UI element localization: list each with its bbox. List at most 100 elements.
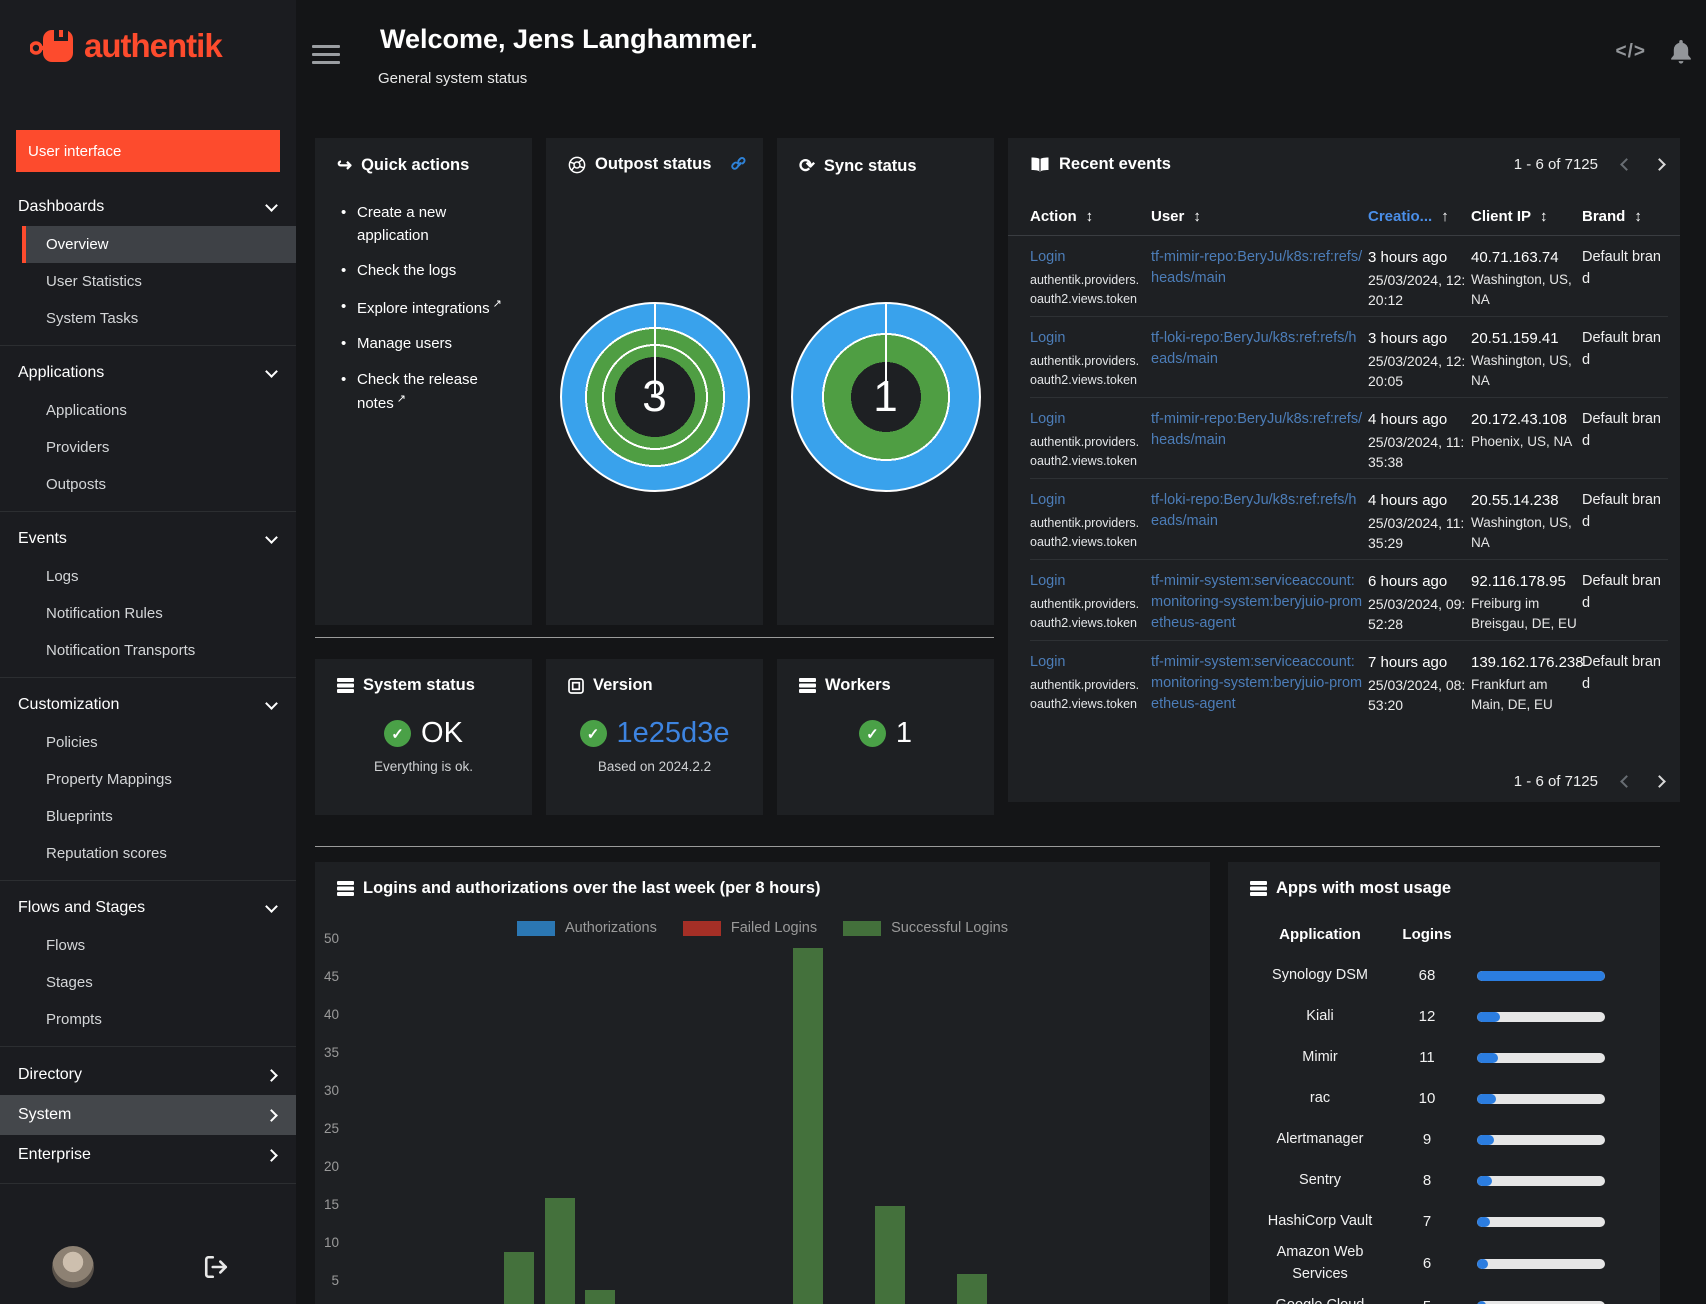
sidebar-item-flows[interactable]: Flows: [0, 927, 296, 964]
usage-bar: [1477, 1093, 1496, 1104]
sync-status-donut[interactable]: 1: [790, 302, 981, 492]
events-pagination-top: 1 - 6 of 7125: [1514, 156, 1666, 173]
authentik-logo: authentik: [30, 26, 223, 66]
y-axis-tick: 50: [323, 931, 339, 946]
menu-icon[interactable]: [312, 45, 340, 69]
sidebar-item-applications[interactable]: Applications: [0, 392, 296, 429]
sort-asc-icon[interactable]: ↑: [1441, 208, 1449, 225]
action-explore-integrations-link[interactable]: Explore integrations↗: [339, 296, 518, 321]
logout-icon[interactable]: [203, 1254, 229, 1280]
sidebar-section-events[interactable]: Events: [0, 520, 296, 558]
sidebar-section-enterprise[interactable]: Enterprise: [0, 1135, 296, 1175]
sidebar-section-dashboards[interactable]: Dashboards: [0, 188, 296, 226]
next-page-icon[interactable]: [1653, 158, 1666, 171]
table-cell: 3 hours ago 25/03/2024, 12:20:12: [1368, 249, 1466, 309]
notifications-bell-icon[interactable]: [1670, 40, 1692, 64]
sort-icon[interactable]: ↕: [1193, 208, 1201, 225]
sidebar-item-reputation-scores[interactable]: Reputation scores: [0, 835, 296, 872]
chevron-right-icon: [265, 1148, 278, 1162]
previous-page-icon[interactable]: [1620, 158, 1633, 171]
y-axis-tick: 45: [323, 969, 339, 984]
sync-status-card: ⟳ Sync status 1: [777, 138, 994, 625]
action-create-application-link[interactable]: Create a new application: [339, 202, 518, 247]
event-action-link[interactable]: Login: [1030, 490, 1065, 511]
previous-page-icon[interactable]: [1620, 775, 1633, 788]
column-header-action[interactable]: Action ↕: [1030, 208, 1146, 225]
event-user-link[interactable]: tf-mimir-system:serviceaccount:monitorin…: [1151, 652, 1363, 715]
usage-bar-track: [1477, 1258, 1605, 1269]
event-action-link[interactable]: Login: [1030, 571, 1065, 592]
table-cell: 40.71.163.74 Washington, US, NA: [1471, 249, 1572, 308]
version-value-link[interactable]: 1e25d3e: [617, 717, 730, 750]
sidebar-item-outposts[interactable]: Outposts: [0, 466, 296, 503]
sidebar-section-customization[interactable]: Customization: [0, 686, 296, 724]
sort-icon[interactable]: ↕: [1540, 208, 1548, 225]
event-user-link[interactable]: tf-mimir-repo:BeryJu/k8s:ref:refs/heads/…: [1151, 409, 1363, 451]
table-cell: 4 hours ago 25/03/2024, 11:35:38: [1368, 411, 1465, 471]
sidebar-section-flows-and-stages[interactable]: Flows and Stages: [0, 889, 296, 927]
outpost-status-donut[interactable]: 3: [559, 302, 750, 492]
sidebar-item-system-tasks[interactable]: System Tasks: [0, 300, 296, 337]
link-icon[interactable]: [730, 155, 749, 174]
action-release-notes-link[interactable]: Check the release notes↗: [339, 369, 518, 416]
sidebar-item-policies[interactable]: Policies: [0, 724, 296, 761]
legend-item[interactable]: Authorizations: [516, 920, 657, 936]
user-interface-button[interactable]: User interface: [16, 130, 280, 172]
event-action-link[interactable]: Login: [1030, 247, 1065, 268]
event-user-link[interactable]: tf-mimir-system:serviceaccount:monitorin…: [1151, 571, 1363, 634]
sidebar-section-directory[interactable]: Directory: [0, 1055, 296, 1095]
app-login-count: 7: [1422, 1213, 1432, 1230]
chart-bar[interactable]: [792, 947, 823, 1304]
chart-bar[interactable]: [585, 1289, 616, 1304]
sidebar-item-notification-transports[interactable]: Notification Transports: [0, 632, 296, 669]
sidebar-item-stages[interactable]: Stages: [0, 964, 296, 1001]
sort-icon[interactable]: ↕: [1086, 208, 1094, 225]
legend-item[interactable]: Successful Logins: [843, 920, 1008, 936]
app-name: Synology DSM: [1272, 966, 1368, 983]
avatar[interactable]: [52, 1246, 94, 1288]
events-rows: Login authentik.providers.oauth2.views.to…: [1008, 236, 1680, 722]
divider: [0, 677, 296, 678]
y-axis-tick: 40: [323, 1007, 339, 1022]
event-user-link[interactable]: tf-mimir-repo:BeryJu/k8s:ref:refs/heads/…: [1151, 247, 1363, 289]
table-cell: 20.51.159.41 Washington, US, NA: [1471, 330, 1572, 389]
sidebar-section-system[interactable]: System: [0, 1095, 296, 1135]
column-header-creation-date[interactable]: Creatio... ↑: [1368, 208, 1466, 225]
chart-bar[interactable]: [544, 1198, 575, 1304]
sidebar-item-user-statistics[interactable]: User Statistics: [0, 263, 296, 300]
event-action-link[interactable]: Login: [1030, 409, 1065, 430]
next-page-icon[interactable]: [1653, 775, 1666, 788]
sidebar-item-providers[interactable]: Providers: [0, 429, 296, 466]
event-user-link[interactable]: tf-loki-repo:BeryJu/k8s:ref:refs/heads/m…: [1151, 490, 1363, 532]
sidebar-section-applications[interactable]: Applications: [0, 354, 296, 392]
chart-bar[interactable]: [504, 1251, 535, 1304]
chart-bar[interactable]: [956, 1274, 987, 1304]
action-manage-users-link[interactable]: Manage users: [339, 333, 518, 356]
chart-bar[interactable]: [875, 1206, 906, 1304]
sidebar-item-notification-rules[interactable]: Notification Rules: [0, 595, 296, 632]
column-header-user[interactable]: User ↕: [1151, 208, 1363, 225]
workers-value: 1: [895, 717, 913, 749]
table-cell: tf-mimir-repo:BeryJu/k8s:ref:refs/heads/…: [1151, 409, 1363, 478]
sidebar-item-property-mappings[interactable]: Property Mappings: [0, 761, 296, 798]
event-user-link[interactable]: tf-loki-repo:BeryJu/k8s:ref:refs/heads/m…: [1151, 328, 1363, 370]
sidebar-item-overview[interactable]: Overview: [22, 226, 296, 263]
api-code-icon[interactable]: </>: [1616, 41, 1646, 63]
table-cell: Login authentik.providers.oauth2.views.to…: [1030, 571, 1140, 631]
app-usage-row: rac 10: [1258, 1078, 1660, 1119]
event-action-link[interactable]: Login: [1030, 652, 1065, 673]
sidebar-item-logs[interactable]: Logs: [0, 558, 296, 595]
sort-icon[interactable]: ↕: [1634, 208, 1642, 225]
column-header-client-ip[interactable]: Client IP ↕: [1471, 208, 1577, 225]
legend-item[interactable]: Failed Logins: [682, 920, 817, 936]
action-check-logs-link[interactable]: Check the logs: [339, 260, 518, 283]
event-action-link[interactable]: Login: [1030, 328, 1065, 349]
sidebar-item-blueprints[interactable]: Blueprints: [0, 798, 296, 835]
app-usage-row: Amazon Web Services 6: [1258, 1242, 1660, 1286]
table-cell: tf-mimir-system:serviceaccount:monitorin…: [1151, 571, 1363, 640]
column-header-brand[interactable]: Brand ↕: [1582, 208, 1668, 225]
table-row: Login authentik.providers.oauth2.views.to…: [1030, 560, 1668, 641]
quick-actions-list: Create a new application Check the logs …: [339, 202, 532, 416]
sidebar: authentik User interface Dashboards Over…: [0, 0, 296, 1304]
sidebar-item-prompts[interactable]: Prompts: [0, 1001, 296, 1038]
